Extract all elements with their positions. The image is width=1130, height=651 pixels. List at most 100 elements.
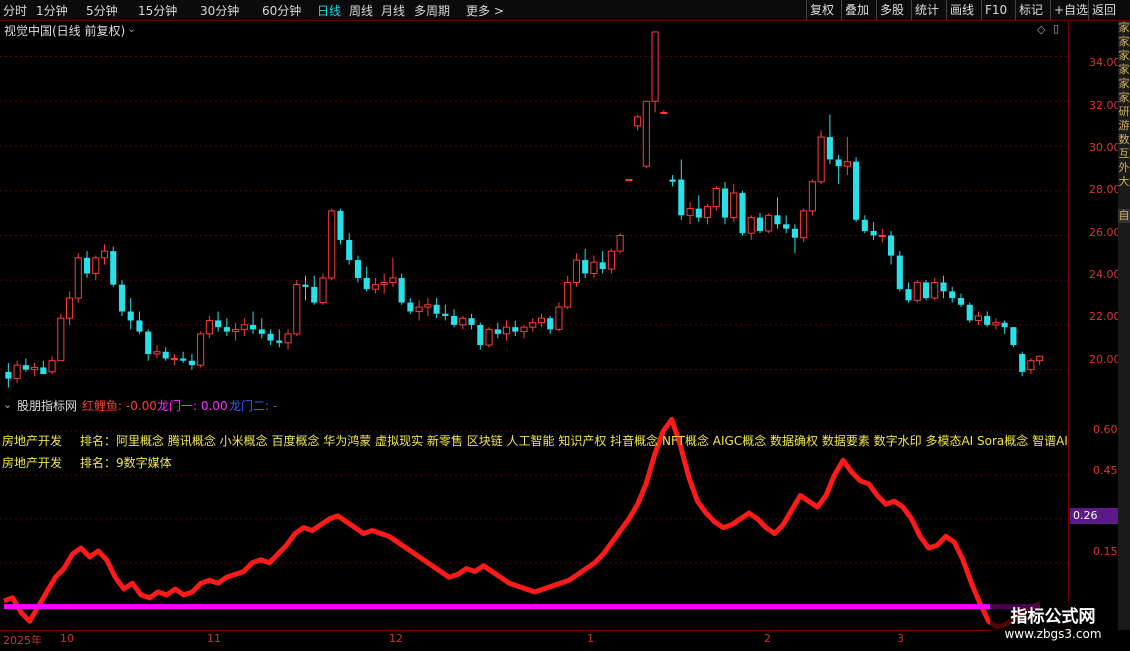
candle-body-down: [223, 327, 230, 332]
candle-body-down: [1001, 322, 1008, 328]
x-tick: 3: [897, 632, 904, 645]
candle-body-up: [590, 261, 598, 274]
price-chart-panel[interactable]: 视觉中国(日线 前复权) ⌄ ◇ ▯: [0, 21, 1068, 394]
price-tick: 34.00: [1089, 56, 1121, 69]
watermark-title: 指标公式网: [1010, 607, 1096, 627]
indicator-blue-label: 龙门二: -: [229, 399, 278, 413]
candle-body-up: [537, 317, 546, 324]
candle-body-down: [136, 320, 143, 332]
candle-body-up: [485, 328, 493, 346]
adjust-button[interactable]: 复权: [806, 0, 841, 20]
candle-body-down: [40, 367, 47, 375]
candle-body-up: [170, 357, 178, 360]
candle-body-up: [765, 214, 773, 232]
candle-body-up: [502, 326, 511, 335]
candle-body-down: [984, 315, 991, 325]
candle-body-up: [328, 210, 336, 279]
candle-body-up: [564, 281, 572, 308]
candle-body-up: [800, 210, 808, 239]
price-chart-title: 视觉中国(日线 前复权): [4, 24, 126, 38]
tab-1min[interactable]: 1分钟: [36, 2, 68, 19]
price-tick: 26.00: [1089, 226, 1121, 239]
draw-line-button[interactable]: 画线: [946, 0, 981, 20]
overlay-button[interactable]: 叠加: [841, 0, 876, 20]
candle-body-up: [371, 284, 379, 290]
candle-body-up: [642, 100, 650, 167]
tab-multi-period[interactable]: 多周期: [414, 2, 450, 19]
x-tick-year: 2025年: [3, 634, 42, 647]
add-watchlist-button[interactable]: +自选: [1050, 0, 1088, 20]
indicator-title: 股朋指标网: [17, 399, 78, 413]
f10-button[interactable]: F10: [981, 0, 1015, 20]
tab-weekly[interactable]: 周线: [349, 2, 373, 19]
panel-toggle-icon[interactable]: ▯: [1053, 22, 1059, 35]
tab-timeshare[interactable]: 分时: [3, 2, 27, 19]
tab-60min[interactable]: 60分钟: [262, 2, 301, 19]
back-button[interactable]: 返回: [1088, 0, 1128, 20]
strip-glyph: 外: [1118, 161, 1130, 174]
strip-glyph: 游: [1118, 119, 1130, 132]
candle-body-up: [686, 208, 694, 216]
candle-body-up: [607, 250, 615, 270]
period-toolbar: 分时 1分钟 5分钟 15分钟 30分钟 60分钟 日线 周线 月线 多周期 更…: [0, 0, 1130, 21]
candle-body-up: [625, 179, 633, 182]
x-tick: 2: [764, 632, 771, 645]
candle-body-down: [1010, 327, 1017, 346]
tab-5min[interactable]: 5分钟: [86, 2, 118, 19]
indicator-tick: 0.15: [1093, 545, 1118, 558]
candle-body-up: [843, 161, 851, 167]
candle-body-up: [197, 333, 205, 366]
candle-body-down: [215, 320, 222, 328]
candle-body-up: [974, 315, 983, 321]
candle-body-up: [572, 259, 580, 283]
indicator-panel[interactable]: ⌄ 股朋指标网 红鲤鱼: -0.00 龙门一: 0.00 龙门二: - 房地产开…: [0, 396, 1070, 630]
tab-15min[interactable]: 15分钟: [138, 2, 177, 19]
candle-body-up: [240, 324, 248, 330]
candle-body-up: [380, 281, 388, 286]
candle-body-up: [660, 111, 668, 114]
statistics-button[interactable]: 统计: [911, 0, 946, 20]
watermark: 指标公式网 www.zbgs3.com: [990, 601, 1116, 645]
candle-body-down: [678, 179, 685, 216]
tab-daily[interactable]: 日线: [317, 2, 341, 19]
multi-stock-button[interactable]: 多股: [876, 0, 911, 20]
tab-more[interactable]: 更多 >: [466, 2, 504, 19]
candle-body-down: [582, 260, 589, 274]
candle-body-up: [13, 364, 21, 380]
candle-body-up: [1027, 360, 1035, 371]
candle-body-up: [74, 257, 82, 299]
candle-body-up: [808, 181, 816, 212]
candle-body-down: [407, 302, 414, 312]
indicator-value-badge: 0.26: [1070, 508, 1119, 524]
tab-monthly[interactable]: 月线: [381, 2, 405, 19]
candle-body-down: [276, 340, 283, 343]
strip-glyph: 家: [1118, 77, 1130, 90]
candle-body-down: [826, 137, 833, 160]
mark-button[interactable]: 标记: [1015, 0, 1050, 20]
indicator-red-label: 红鲤鱼: -0.00: [82, 399, 157, 413]
candle-body-up: [634, 116, 642, 127]
candle-body-down: [127, 311, 134, 321]
x-tick: 10: [60, 632, 74, 645]
chevron-down-icon[interactable]: ⌄: [127, 22, 136, 35]
strip-glyph: 大: [1118, 175, 1130, 188]
candle-body-up: [100, 250, 109, 259]
indicator-tick: 0.60: [1093, 423, 1118, 436]
chevron-down-icon[interactable]: ⌄: [3, 398, 12, 411]
price-tick: 28.00: [1089, 183, 1121, 196]
candle-body-down: [896, 255, 903, 290]
candle-body-down: [1019, 353, 1026, 372]
candle-body-up: [817, 136, 825, 183]
candle-body-down: [363, 277, 370, 290]
candle-body-down: [442, 313, 449, 316]
candle-body-down: [870, 230, 877, 236]
candle-body-up: [616, 234, 624, 252]
candle-body-down: [433, 304, 440, 314]
candle-body-down: [512, 327, 519, 332]
more-label: 更多: [466, 4, 491, 18]
diamond-icon[interactable]: ◇: [1037, 23, 1045, 36]
candle-body-down: [346, 239, 353, 261]
candle-body-down: [398, 277, 405, 303]
tab-30min[interactable]: 30分钟: [200, 2, 239, 19]
candle-body-up: [389, 277, 397, 283]
